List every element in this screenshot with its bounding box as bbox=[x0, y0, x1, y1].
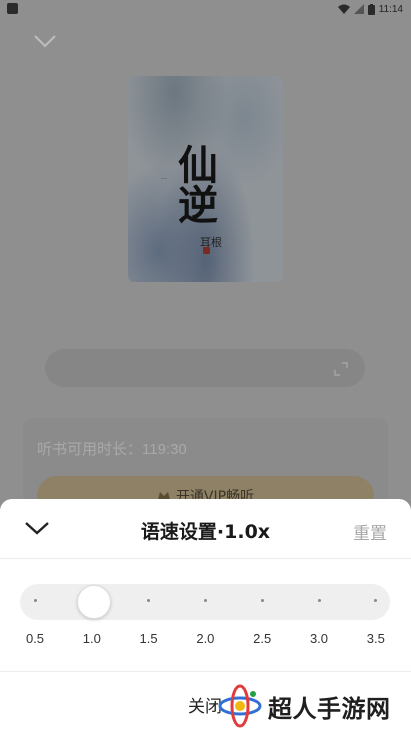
slider-tick-dot[interactable] bbox=[33, 599, 37, 602]
notification-icon bbox=[7, 3, 18, 14]
slider-tick-dot[interactable] bbox=[260, 599, 264, 602]
slider-tick-dot[interactable] bbox=[203, 599, 207, 602]
status-time: 11:14 bbox=[378, 3, 403, 15]
watermark-text: 超人手游网 bbox=[268, 694, 391, 723]
speed-tick-label[interactable]: 2.0 bbox=[185, 631, 225, 646]
signal-icon bbox=[353, 4, 364, 14]
book-cover: ····· 仙逆 耳根 bbox=[128, 76, 283, 282]
status-icons: 11:14 bbox=[337, 2, 403, 16]
cover-small-print: ····· bbox=[161, 176, 168, 181]
cover-seal bbox=[203, 247, 210, 254]
playback-progress-bar[interactable] bbox=[45, 349, 365, 387]
speed-slider-thumb[interactable] bbox=[76, 585, 111, 619]
watermark-logo-icon bbox=[218, 684, 262, 728]
speed-tick-label[interactable]: 0.5 bbox=[15, 631, 55, 646]
speed-tick-label[interactable]: 1.0 bbox=[72, 631, 112, 646]
slider-tick-dot[interactable] bbox=[317, 599, 321, 602]
speed-tick-label[interactable]: 2.5 bbox=[242, 631, 282, 646]
reset-button[interactable]: 重置 bbox=[353, 519, 387, 544]
speed-slider-track[interactable] bbox=[20, 584, 390, 620]
wifi-icon bbox=[337, 4, 350, 14]
cover-title: 仙逆 bbox=[178, 142, 218, 229]
divider bbox=[0, 671, 411, 672]
status-bar: 11:14 bbox=[0, 0, 411, 18]
speed-tick-label[interactable]: 1.5 bbox=[129, 631, 169, 646]
listen-time-label: 听书可用时长：119:30 bbox=[37, 441, 187, 458]
site-watermark: 超人手游网 bbox=[218, 683, 408, 729]
speed-sheet-title: 语速设置·1.0x bbox=[140, 521, 271, 543]
chevron-down-icon[interactable] bbox=[33, 33, 57, 49]
speed-tick-label[interactable]: 3.5 bbox=[356, 631, 396, 646]
divider bbox=[0, 558, 411, 559]
battery-icon bbox=[367, 3, 375, 15]
speed-tick-label[interactable]: 3.0 bbox=[299, 631, 339, 646]
expand-icon[interactable] bbox=[333, 361, 349, 377]
close-button[interactable]: 关闭 bbox=[188, 692, 222, 717]
